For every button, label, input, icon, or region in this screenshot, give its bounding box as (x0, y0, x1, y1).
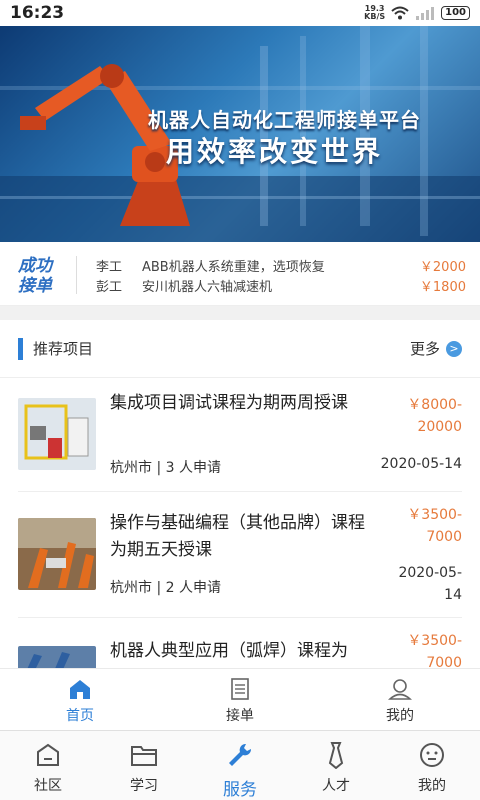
order-engineer: 李工 (96, 260, 123, 275)
status-bar: 16:23 19.3 KB/S 100 (0, 0, 480, 26)
price-max: 7000 (426, 529, 462, 545)
tab-label: 我的 (418, 778, 446, 794)
wrench-icon (229, 743, 252, 766)
signal-icon (416, 7, 435, 20)
document-icon (231, 678, 249, 700)
banner-slogan: 用效率改变世界 (166, 135, 384, 168)
project-meta: 杭州市 | 2 人申请 (110, 580, 221, 596)
order-engineer: 彭工 (96, 280, 123, 295)
price-min: ￥3500- (407, 507, 462, 523)
tab-label: 学习 (130, 778, 158, 794)
project-thumbnail (18, 518, 96, 590)
success-order-row[interactable]: 彭工 安川机器人六轴减速机 ￥1800 (96, 276, 466, 295)
tab-label: 社区 (34, 778, 62, 794)
more-label: 更多 (409, 340, 440, 358)
wifi-icon (391, 6, 409, 20)
divider (76, 256, 77, 294)
section-gap (0, 306, 480, 320)
price-max: 7000 (426, 655, 462, 668)
project-date: 2020-05-14 (366, 453, 462, 475)
home-icon (70, 680, 90, 699)
status-time: 16:23 (10, 3, 65, 23)
face-icon (420, 743, 444, 767)
tab-community[interactable]: 社区 (0, 731, 96, 800)
status-icons: 19.3 KB/S 100 (364, 5, 470, 21)
tab-label: 服务 (223, 780, 257, 800)
project-price: ￥3500- 7000 (382, 630, 462, 668)
subnav-label: 我的 (386, 708, 414, 724)
tab-service[interactable]: 服务 (192, 731, 288, 800)
project-title: 集成项目调试课程为期两周授课 (110, 393, 348, 413)
subnav-mine[interactable]: 我的 (320, 669, 480, 730)
chevron-right-icon: > (446, 340, 462, 357)
recommend-section-header: 推荐项目 更多 > (0, 320, 480, 378)
project-list-item[interactable]: 集成项目调试课程为期两周授课 杭州市 | 3 人申请 ￥8000- 20000 … (18, 380, 462, 492)
more-button[interactable]: 更多 > (410, 338, 462, 359)
order-title: ABB机器人系统重建，选项恢复 (142, 260, 325, 275)
net-speed-unit: KB/S (364, 12, 386, 21)
battery-indicator: 100 (441, 6, 470, 20)
project-thumbnail (18, 398, 96, 470)
community-icon (37, 743, 59, 766)
success-orders-ticker[interactable]: 成功接单 李工 ABB机器人系统重建，选项恢复 ￥2000 彭工 安川机器人六轴… (0, 242, 480, 306)
date-line: 2020-05-14 (380, 456, 462, 472)
tab-label: 人才 (322, 778, 350, 794)
subnav-label: 接单 (226, 708, 254, 724)
date-line: 2020-05- (398, 565, 462, 581)
subnav-label: 首页 (66, 708, 94, 724)
price-min: ￥8000- (407, 397, 462, 413)
user-icon (388, 679, 412, 700)
banner-title: 机器人自动化工程师接单平台 (148, 108, 421, 132)
price-min: ￥3500- (407, 633, 462, 649)
order-title: 安川机器人六轴减速机 (142, 280, 273, 295)
subnav-home[interactable]: 首页 (0, 669, 160, 730)
subnav-orders[interactable]: 接单 (160, 669, 320, 730)
tab-mine[interactable]: 我的 (384, 731, 480, 800)
bottom-tab-bar: 社区 学习 服务 人才 我的 (0, 730, 480, 800)
order-amount: ￥2000 (419, 260, 466, 275)
net-speed: 19.3 KB/S (364, 5, 385, 21)
project-list-item[interactable]: 机器人典型应用（弧焊）课程为 ￥3500- 7000 (18, 618, 462, 668)
sub-navigation: 首页 接单 我的 (0, 668, 480, 730)
project-list-item[interactable]: 操作与基础编程（其他品牌）课程为期五天授课 杭州市 | 2 人申请 ￥3500-… (18, 492, 462, 618)
tie-icon (328, 742, 344, 769)
folder-icon (131, 746, 157, 766)
date-line: 14 (444, 587, 462, 603)
project-title: 机器人典型应用（弧焊）课程为 (110, 641, 348, 661)
section-title: 推荐项目 (33, 340, 94, 358)
order-amount: ￥1800 (419, 280, 466, 295)
tab-talent[interactable]: 人才 (288, 731, 384, 800)
project-thumbnail (18, 646, 96, 668)
project-date: 2020-05- 14 (366, 562, 462, 606)
project-price: ￥8000- 20000 (382, 394, 462, 438)
project-price: ￥3500- 7000 (382, 504, 462, 548)
project-title: 操作与基础编程（其他品牌）课程为期五天授课 (110, 513, 365, 560)
section-accent-bar (18, 337, 23, 360)
price-max: 20000 (417, 419, 462, 435)
success-order-row[interactable]: 李工 ABB机器人系统重建，选项恢复 ￥2000 (96, 256, 466, 275)
project-meta: 杭州市 | 3 人申请 (110, 460, 221, 476)
tab-study[interactable]: 学习 (96, 731, 192, 800)
hero-banner[interactable]: 机器人自动化工程师接单平台 用效率改变世界 (0, 26, 480, 242)
success-orders-badge: 成功接单 (18, 256, 52, 296)
